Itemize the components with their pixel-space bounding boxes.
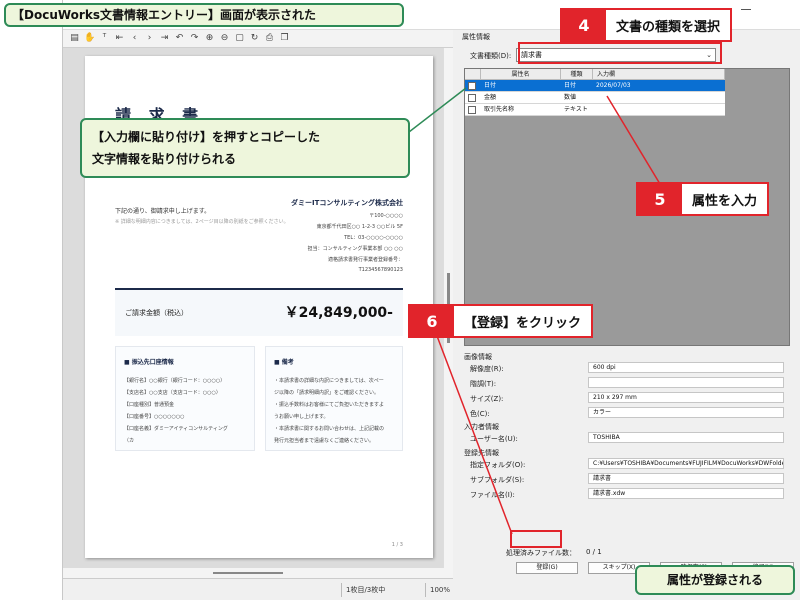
paste-callout-line: 文字情報を貼り付けられる [92,152,237,166]
step-number: 4 [562,10,606,40]
paste-callout: 【入力欄に貼り付け】を押すとコピーした 文字情報を貼り付けられる [80,118,410,178]
step-text: 属性を入力 [692,193,758,209]
step-4-label: 4 文書の種類を選択 [560,8,733,42]
pointer-lines [408,87,661,535]
caption-top: 【DocuWorks文書情報エントリー】画面が表示された [4,3,404,27]
paste-callout-line: 【入力欄に貼り付け】を押すとコピーした [92,130,321,144]
step-6-label: 6 【登録】をクリック [408,304,594,338]
step-number: 5 [638,184,682,214]
step-number: 6 [410,306,454,336]
step-text: 【登録】をクリック [464,315,582,331]
step-text: 文書の種類を選択 [616,19,721,35]
step-5-label: 5 属性を入力 [636,182,770,216]
done-callout: 属性が登録される [635,565,795,595]
